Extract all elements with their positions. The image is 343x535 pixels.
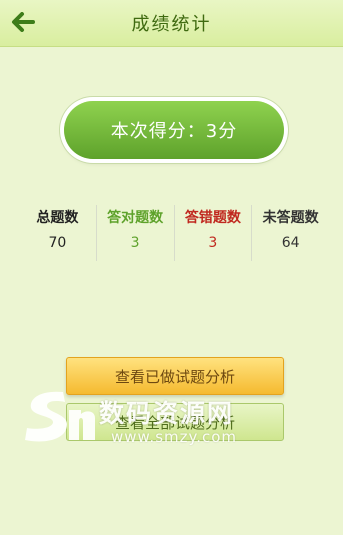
view-all-analysis-button[interactable]: 查看全部试题分析 — [66, 403, 284, 441]
view-answered-analysis-label: 查看已做试题分析 — [114, 367, 235, 386]
stat-correct-value: 3 — [130, 235, 140, 251]
stat-wrong-value: 3 — [208, 235, 218, 251]
stat-correct-label: 答对题数 — [107, 210, 164, 226]
stat-wrong: 答错题数 3 — [175, 205, 253, 261]
view-all-analysis-label: 查看全部试题分析 — [114, 413, 235, 432]
score-display: 本次得分：3分 — [64, 101, 284, 159]
score-text: 本次得分：3分 — [110, 121, 238, 142]
back-arrow-icon — [12, 12, 35, 32]
stat-total-label: 总题数 — [36, 210, 79, 226]
back-button[interactable] — [8, 7, 38, 37]
stats-table: 总题数 70 答对题数 3 答错题数 3 未答题数 64 — [19, 205, 329, 261]
stat-total-value: 70 — [48, 235, 67, 251]
title-bar: 成绩统计 — [0, 0, 343, 47]
page-title: 成绩统计 — [131, 14, 212, 35]
stat-wrong-label: 答错题数 — [184, 210, 241, 226]
stat-unanswered-label: 未答题数 — [262, 210, 319, 226]
stat-unanswered: 未答题数 64 — [252, 205, 329, 261]
stat-correct: 答对题数 3 — [97, 205, 175, 261]
score-statistics-screen: 成绩统计 本次得分：3分 总题数 70 答对题数 3 答错题数 3 未答题数 6… — [0, 0, 343, 535]
view-answered-analysis-button[interactable]: 查看已做试题分析 — [66, 357, 284, 395]
stat-unanswered-value: 64 — [281, 235, 300, 251]
stat-total: 总题数 70 — [19, 205, 97, 261]
